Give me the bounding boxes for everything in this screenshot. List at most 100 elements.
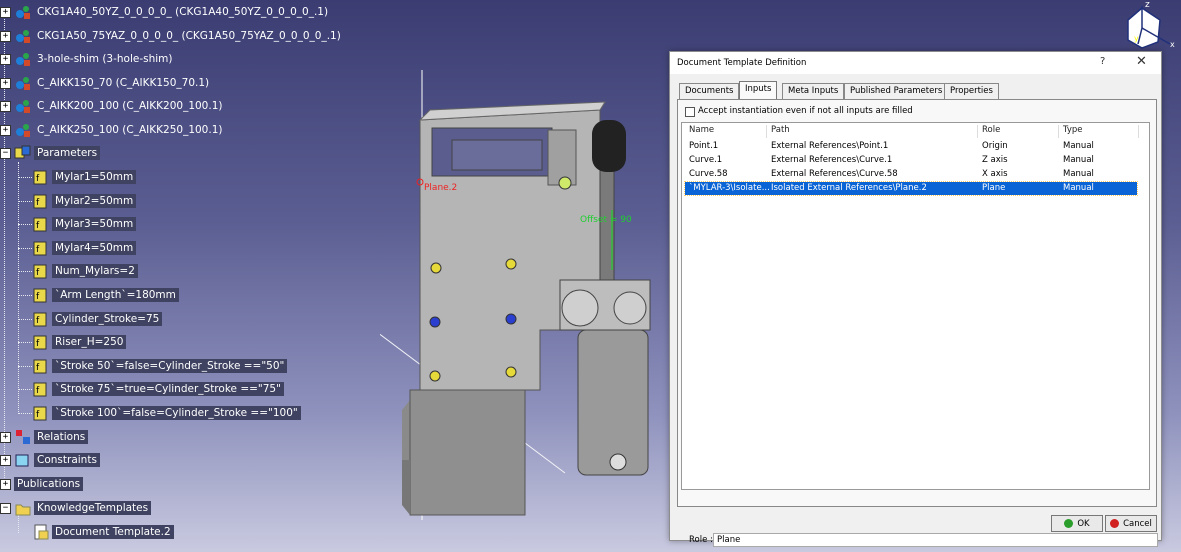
- tree-connector: [18, 318, 32, 320]
- compass-y-label: y: [1134, 34, 1139, 43]
- accept-instantiation-label: Accept instantiation even if not all inp…: [698, 106, 913, 116]
- table-row[interactable]: `MYLAR-3\Isolate... Isolated External Ref…: [684, 181, 1138, 196]
- cell-name: `MYLAR-3\Isolate...: [689, 183, 769, 193]
- column-header-role[interactable]: Role: [978, 125, 1059, 138]
- cell-path: Isolated External References\Plane.2: [771, 183, 927, 193]
- parameter-item[interactable]: f Riser_H=250: [32, 333, 127, 351]
- expand-toggle-icon[interactable]: +: [0, 54, 11, 65]
- parameter-item[interactable]: f Mylar4=50mm: [32, 239, 137, 257]
- tab-published-parameters[interactable]: Published Parameters: [844, 83, 949, 100]
- part-icon: [14, 3, 32, 21]
- tree-connector: [18, 342, 32, 344]
- tree-item-0[interactable]: CKG1A40_50YZ_0_0_0_0_ (CKG1A40_50YZ_0_0_…: [14, 3, 331, 21]
- tree-node-label: `Stroke 50`=false=Cylinder_Stroke =="50": [52, 358, 288, 373]
- inputs-list[interactable]: Name Path Role Type Point.1 External Refe…: [681, 122, 1150, 490]
- tab-documents[interactable]: Documents: [679, 83, 740, 100]
- cell-role: Origin: [982, 141, 1008, 151]
- expand-toggle-icon[interactable]: −: [0, 503, 11, 514]
- tab-meta-inputs[interactable]: Meta Inputs: [782, 83, 845, 100]
- 3d-part-viewport[interactable]: Plane.2 Offset = 90: [317, 60, 680, 530]
- expand-toggle-icon[interactable]: +: [0, 77, 11, 89]
- tree-item-4[interactable]: C_AIKK200_100 (C_AIKK200_100.1): [14, 97, 225, 115]
- role-label: Role :: [689, 535, 713, 545]
- parameter-item[interactable]: f Mylar2=50mm: [32, 192, 137, 210]
- close-button[interactable]: ✕: [1136, 54, 1147, 69]
- part-icon: [14, 27, 32, 45]
- param-icon: f: [32, 192, 50, 210]
- tree-item-3[interactable]: C_AIKK150_70 (C_AIKK150_70.1): [14, 74, 212, 92]
- expand-toggle-icon[interactable]: +: [0, 7, 11, 18]
- rel-icon: [14, 428, 32, 446]
- tree-item-1[interactable]: CKG1A50_75YAZ_0_0_0_0_ (CKG1A50_75YAZ_0_…: [14, 27, 344, 45]
- part-icon: [14, 97, 32, 115]
- part-icon: [14, 50, 32, 68]
- help-button[interactable]: ?: [1100, 56, 1105, 67]
- param-icon: f: [32, 168, 50, 186]
- tree-node-label: Mylar2=50mm: [52, 193, 137, 208]
- tree-connector: [18, 295, 32, 296]
- tree-node-label: Cylinder_Stroke=75: [52, 311, 163, 326]
- expand-toggle-icon[interactable]: +: [0, 479, 11, 490]
- cell-type: Manual: [1063, 155, 1094, 165]
- tree-node-label: KnowledgeTemplates: [34, 501, 152, 515]
- tab-properties[interactable]: Properties: [944, 83, 999, 100]
- table-row[interactable]: Curve.58 External References\Curve.58 X ax…: [685, 168, 1137, 181]
- tree-node-label: Publications: [14, 477, 84, 491]
- expand-toggle-icon[interactable]: +: [0, 124, 11, 136]
- tree-item-6[interactable]: Parameters: [14, 144, 101, 162]
- parameter-item[interactable]: f `Stroke 75`=true=Cylinder_Stroke =="75": [32, 380, 284, 398]
- role-input[interactable]: Plane: [713, 533, 1158, 547]
- cell-type: Manual: [1063, 169, 1094, 179]
- tree-item-5[interactable]: C_AIKK250_100 (C_AIKK250_100.1): [14, 121, 225, 139]
- parameter-item[interactable]: f `Stroke 50`=false=Cylinder_Stroke =="50…: [32, 357, 288, 375]
- dialog-title: Document Template Definition: [677, 58, 807, 68]
- cell-name: Point.1: [689, 141, 719, 151]
- column-header-path[interactable]: Path: [767, 125, 978, 138]
- tree-node-label: C_AIKK150_70 (C_AIKK150_70.1): [37, 76, 210, 89]
- tree-item-constraints[interactable]: Constraints: [14, 451, 100, 469]
- parameter-item[interactable]: f Mylar1=50mm: [32, 168, 137, 186]
- cell-path: External References\Curve.1: [771, 155, 893, 165]
- param-icon: f: [32, 404, 50, 422]
- tab-inputs[interactable]: Inputs: [739, 81, 778, 101]
- table-row[interactable]: Point.1 External References\Point.1 Origin…: [685, 140, 1137, 153]
- parameter-item[interactable]: f `Arm Length`=180mm: [32, 286, 179, 304]
- expand-toggle-icon[interactable]: −: [0, 148, 11, 159]
- table-row[interactable]: Curve.1 External References\Curve.1 Z axis…: [685, 154, 1137, 167]
- tree-item-2[interactable]: 3-hole-shim (3-hole-shim): [14, 50, 176, 68]
- dialog-title-bar[interactable]: Document Template Definition ? ✕: [670, 52, 1161, 74]
- tree-item-publications[interactable]: Publications: [14, 475, 84, 493]
- document-template-dialog: Document Template Definition ? ✕ Documen…: [669, 51, 1162, 547]
- kt-icon: [14, 499, 32, 517]
- expand-toggle-icon[interactable]: +: [0, 455, 11, 466]
- tree-node-label: Mylar1=50mm: [52, 170, 137, 184]
- tree-item-knowledge-templates[interactable]: KnowledgeTemplates: [14, 499, 152, 517]
- parameter-item[interactable]: f Cylinder_Stroke=75: [32, 310, 163, 328]
- parameter-item[interactable]: f Mylar3=50mm: [32, 215, 137, 233]
- inputs-tab-panel: Accept instantiation even if not all inp…: [677, 99, 1158, 547]
- con-icon: [14, 451, 32, 469]
- tree-node-label: `Stroke 100`=false=Cylinder_Stroke =="10…: [52, 406, 301, 420]
- parameter-item[interactable]: f `Stroke 100`=false=Cylinder_Stroke =="1…: [32, 404, 301, 422]
- column-header-name[interactable]: Name: [685, 125, 767, 138]
- ok-button[interactable]: OK: [1051, 515, 1103, 532]
- tree-item-relations[interactable]: Relations: [14, 428, 89, 446]
- accept-instantiation-checkbox[interactable]: [685, 107, 695, 117]
- cell-name: Curve.1: [689, 155, 723, 165]
- cell-name: Curve.58: [689, 169, 728, 179]
- tree-connector: [18, 200, 32, 202]
- tree-item-document-template[interactable]: Document Template.2: [32, 523, 174, 541]
- tree-node-label: C_AIKK200_100 (C_AIKK200_100.1): [37, 100, 223, 112]
- column-header-type[interactable]: Type: [1059, 125, 1139, 138]
- cancel-button[interactable]: Cancel: [1105, 515, 1157, 532]
- expand-toggle-icon[interactable]: +: [0, 30, 11, 42]
- expand-toggle-icon[interactable]: +: [0, 101, 11, 112]
- tree-connector: [18, 413, 32, 414]
- tree-node-label: Document Template.2: [52, 525, 174, 539]
- expand-toggle-icon[interactable]: +: [0, 432, 11, 443]
- parameter-item[interactable]: f Num_Mylars=2: [32, 262, 138, 280]
- cell-role: Plane: [982, 183, 1006, 193]
- tree-connector: [18, 224, 32, 226]
- cell-path: External References\Curve.58: [771, 169, 898, 179]
- doc-icon: [32, 523, 50, 541]
